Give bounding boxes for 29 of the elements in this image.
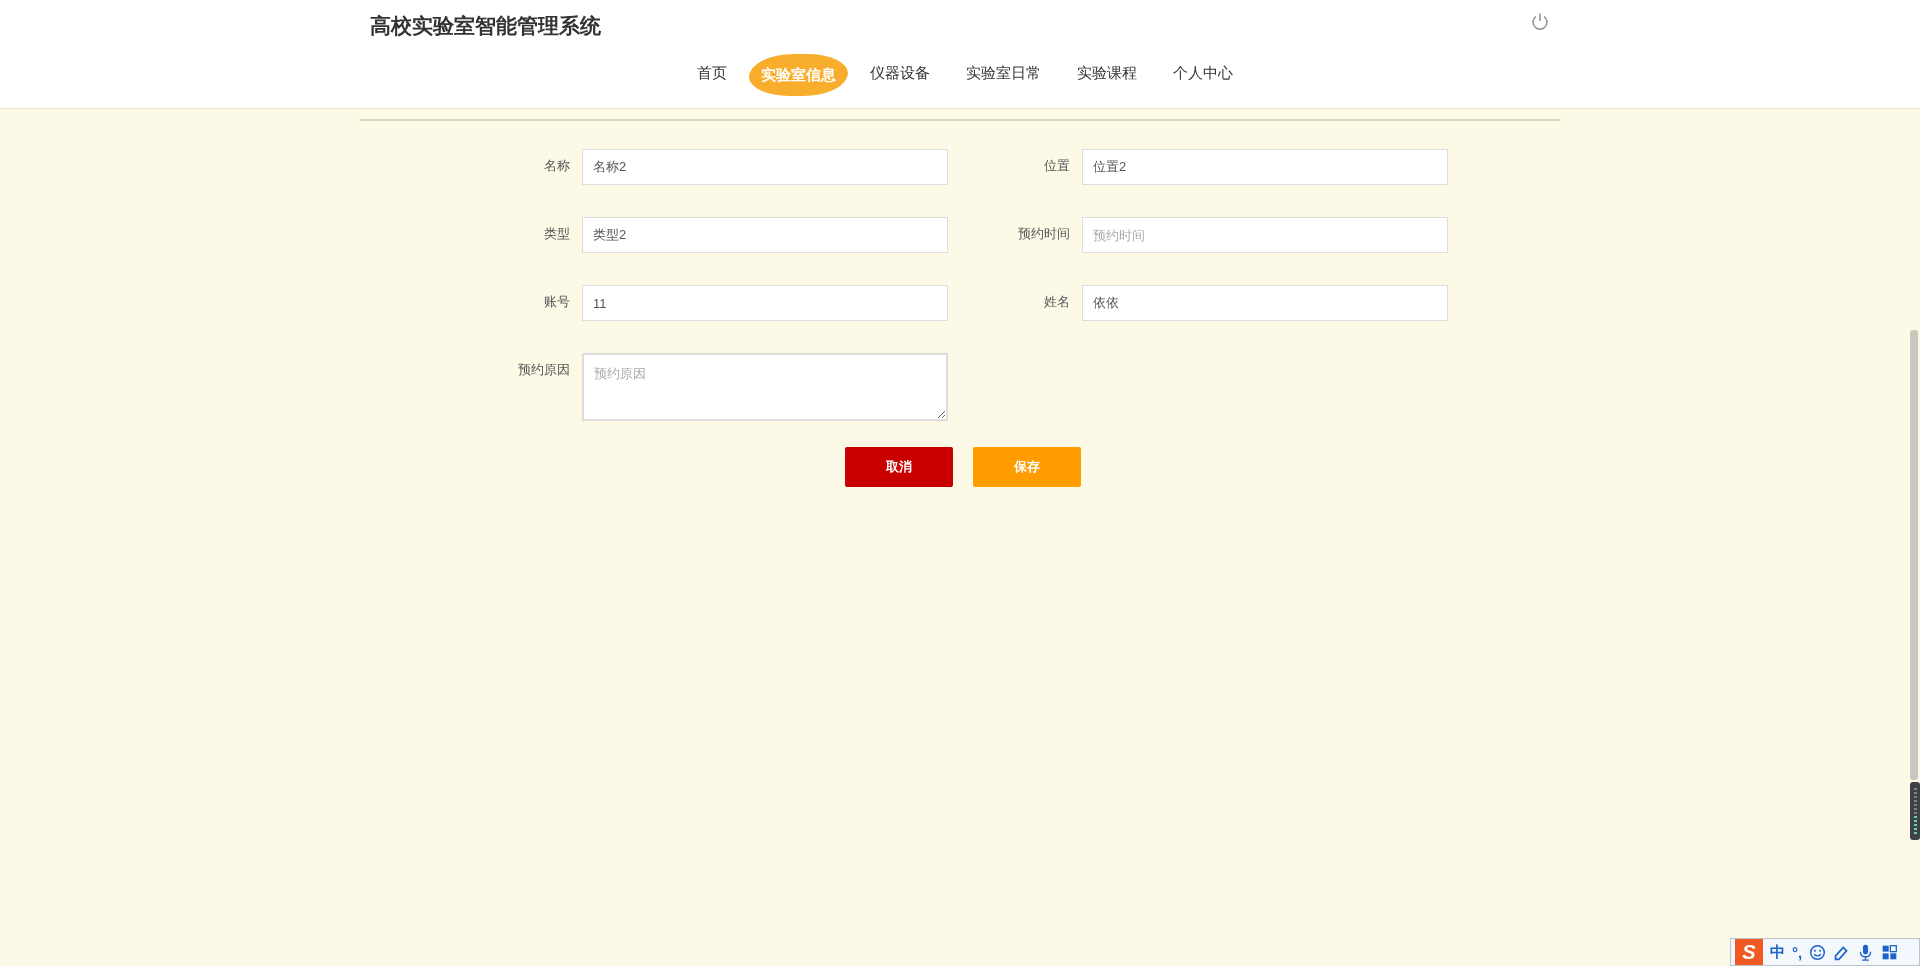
field-label: 名称 (543, 157, 571, 175)
text-area[interactable]: 预约原因 (582, 353, 948, 421)
field-label: 账号 (543, 293, 571, 311)
site-title: 高校实验室智能管理系统 (370, 13, 601, 39)
input-field[interactable]: 依依 (1082, 285, 1448, 321)
ime-toggle[interactable]: °, (1792, 943, 1803, 961)
grid-icon[interactable] (1881, 943, 1899, 961)
ime-toggle[interactable]: 中 (1770, 942, 1785, 962)
nav-tab[interactable]: 实验室日常 (948, 54, 1059, 96)
nav-tab[interactable]: 仪器设备 (852, 54, 948, 96)
pen-icon[interactable] (1833, 943, 1851, 961)
nav-tab[interactable]: 个人中心 (1155, 54, 1251, 96)
field-label: 姓名 (1043, 293, 1071, 311)
smiley-icon[interactable] (1809, 943, 1827, 961)
side-widget-icon[interactable] (1910, 782, 1920, 840)
input-field[interactable]: 名称2 (582, 149, 948, 185)
scrollbar[interactable] (1910, 330, 1918, 780)
power-icon[interactable] (1530, 12, 1550, 32)
input-field[interactable]: 11 (582, 285, 948, 321)
field-label: 预约时间 (1017, 225, 1071, 243)
input-field[interactable]: 预约时间 (1082, 217, 1448, 253)
nav-tab[interactable]: 实验课程 (1059, 54, 1155, 96)
field-label: 预约原因 (517, 361, 571, 379)
nav-tab[interactable]: 首页 (679, 54, 745, 96)
field-label: 类型 (543, 225, 571, 243)
input-field[interactable]: 类型2 (582, 217, 948, 253)
input-field[interactable]: 位置2 (1082, 149, 1448, 185)
cancel-button[interactable]: 取消 (845, 447, 953, 487)
field-label: 位置 (1043, 157, 1071, 175)
